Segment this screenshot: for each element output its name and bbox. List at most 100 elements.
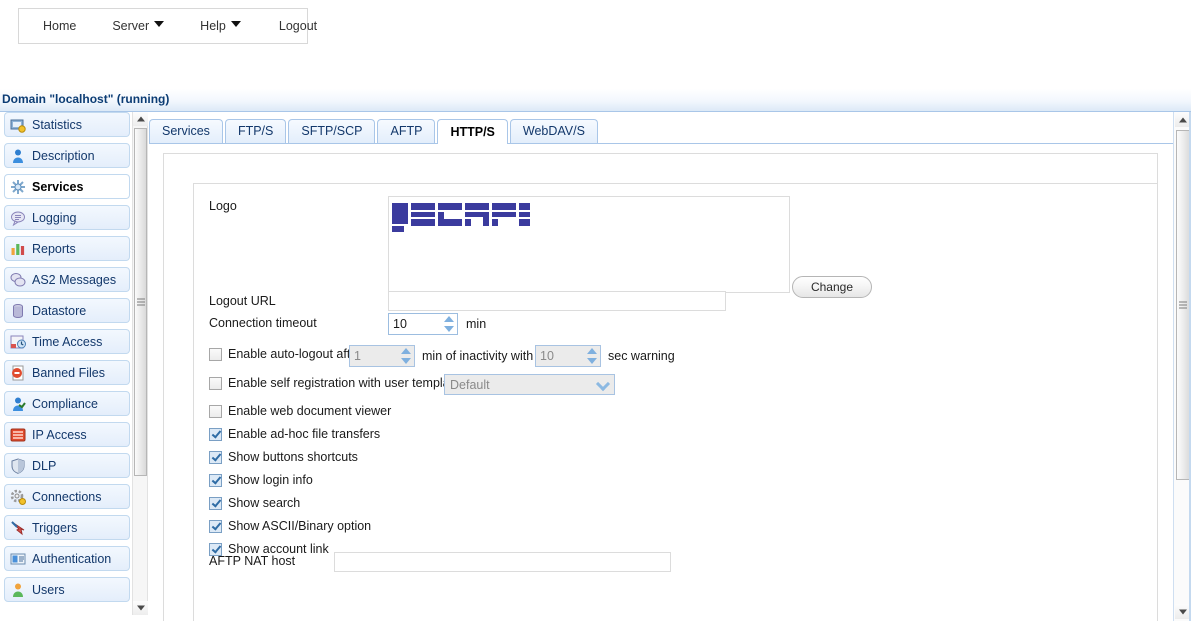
option-row-enable-web-document-viewer: Enable web document viewer: [209, 404, 391, 418]
description-icon: [10, 148, 26, 164]
auto-logout-minutes-spinner[interactable]: [349, 345, 415, 367]
sidebar-item-ip-access[interactable]: IP Access: [4, 422, 130, 447]
sidebar-item-services[interactable]: Services: [4, 174, 130, 199]
sidebar-item-label: Services: [32, 179, 84, 194]
sidebar-item-label: Reports: [32, 241, 76, 256]
sidebar-item-banned-files[interactable]: Banned Files: [4, 360, 130, 385]
connection-timeout-spinner-buttons[interactable]: [441, 314, 457, 334]
content-scroll-thumb[interactable]: [1176, 130, 1190, 480]
tab-webdav-s[interactable]: WebDAV/S: [509, 119, 598, 143]
option-label: Show search: [228, 496, 301, 510]
sidebar-item-label: Time Access: [32, 334, 103, 349]
menu-item-help[interactable]: Help: [192, 9, 249, 43]
sidebar-item-as2-messages[interactable]: AS2 Messages: [4, 267, 130, 292]
menu-item-home[interactable]: Home: [35, 9, 84, 43]
select-arrow[interactable]: [592, 375, 614, 394]
change-logo-button[interactable]: Change: [792, 276, 872, 298]
auto-logout-checkbox[interactable]: [209, 347, 222, 361]
sidebar-item-label: DLP: [32, 458, 57, 473]
logging-icon: [10, 210, 26, 226]
sidebar-item-label: Triggers: [32, 520, 78, 535]
sidebar-scroll-up-button[interactable]: [133, 112, 148, 126]
sidebar-item-triggers[interactable]: Triggers: [4, 515, 130, 540]
option-label: Enable ad-hoc file transfers: [228, 427, 381, 441]
content-scroll-up-button[interactable]: [1175, 112, 1190, 127]
tab-aftp[interactable]: AFTP: [377, 119, 436, 143]
triangle-down-icon: [1178, 609, 1187, 614]
spinner-up-icon[interactable]: [444, 316, 454, 322]
option-row-enable-ad-hoc-file-transfers: Enable ad-hoc file transfers: [209, 427, 380, 441]
checkbox-show-buttons-shortcuts[interactable]: [209, 450, 222, 464]
auto-logout-minutes-spinner-buttons[interactable]: [398, 346, 414, 366]
banned-files-icon: [10, 365, 26, 381]
auto-logout-warning-spinner[interactable]: [535, 345, 601, 367]
application-window: Home Server Help Logout Domain "localhos…: [0, 0, 1191, 621]
option-row-show-login-info: Show login info: [209, 473, 313, 487]
sidebar-item-connections[interactable]: Connections: [4, 484, 130, 509]
top-menu-bar: Home Server Help Logout: [18, 8, 317, 44]
checkbox-show-ascii-binary-option[interactable]: [209, 519, 222, 533]
connection-timeout-unit: min: [466, 317, 487, 331]
sidebar-item-statistics[interactable]: Statistics: [4, 112, 130, 137]
sidebar-item-time-access[interactable]: Time Access: [4, 329, 130, 354]
tab-services[interactable]: Services: [149, 119, 223, 143]
checkbox-show-search[interactable]: [209, 496, 222, 510]
chevron-down-icon: [595, 376, 611, 391]
triangle-up-icon: [136, 116, 145, 122]
sidebar-item-authentication[interactable]: Authentication: [4, 546, 130, 571]
triggers-icon: [11, 520, 25, 535]
sidebar-scroll-down-button[interactable]: [133, 601, 148, 615]
checkbox-enable-ad-hoc-file-transfers[interactable]: [209, 427, 222, 441]
spinner-down-icon[interactable]: [587, 358, 597, 364]
sidebar-item-compliance[interactable]: Compliance: [4, 391, 130, 416]
connection-timeout-spinner[interactable]: [388, 313, 458, 335]
logout-url-input[interactable]: [388, 291, 726, 311]
sidebar-item-description[interactable]: Description: [4, 143, 130, 168]
tab-sftp-scp[interactable]: SFTP/SCP: [288, 119, 376, 143]
settings-outer-panel: Logo Change Logout URL Connection timeou…: [163, 153, 1158, 621]
sidebar-item-dlp[interactable]: DLP: [4, 453, 130, 478]
auto-logout-warning-input[interactable]: [536, 347, 584, 365]
spinner-down-icon[interactable]: [401, 358, 411, 364]
sidebar-item-logging[interactable]: Logging: [4, 205, 130, 230]
datastore-icon: [13, 303, 23, 318]
connection-timeout-input[interactable]: [389, 315, 441, 333]
domain-header-bar: Domain "localhost" (running): [0, 89, 1191, 112]
auto-logout-row: Enable auto-logout after: [209, 347, 361, 361]
caret-down-icon: [154, 21, 165, 27]
sidebar-scrollbar[interactable]: [132, 112, 148, 615]
menu-item-server[interactable]: Server: [104, 9, 172, 43]
ip-access-icon: [10, 427, 26, 443]
sidebar-item-datastore[interactable]: Datastore: [4, 298, 130, 323]
tab-ftp-s[interactable]: FTP/S: [224, 119, 287, 143]
user-template-select[interactable]: Default: [444, 374, 615, 395]
checkbox-enable-web-document-viewer[interactable]: [209, 404, 222, 418]
auto-logout-minutes-input[interactable]: [350, 347, 398, 365]
checkbox-show-login-info[interactable]: [209, 473, 222, 487]
sidebar-item-label: Banned Files: [32, 365, 105, 380]
auto-logout-warning-spinner-buttons[interactable]: [584, 346, 600, 366]
sidebar-item-users[interactable]: Users: [4, 577, 130, 602]
sidebar: Statistics Description Services Logging Repo…: [0, 112, 132, 621]
sidebar-item-label: Statistics: [32, 117, 83, 132]
tab-http-s[interactable]: HTTP/S: [437, 119, 508, 144]
connections-icon: [10, 489, 26, 505]
aftp-nat-host-input[interactable]: [334, 552, 671, 572]
sidebar-item-label: Connections: [32, 489, 102, 504]
menu-item-logout[interactable]: Logout: [271, 9, 325, 43]
self-registration-label: Enable self registration with user templ…: [228, 376, 461, 390]
option-label: Enable web document viewer: [228, 404, 392, 418]
spinner-down-icon[interactable]: [444, 326, 454, 332]
sidebar-item-reports[interactable]: Reports: [4, 236, 130, 261]
auto-logout-label: Enable auto-logout after: [228, 347, 362, 361]
users-icon: [10, 582, 26, 598]
menu-item-home-label: Home: [43, 19, 77, 33]
content-scroll-down-button[interactable]: [1175, 604, 1190, 619]
spinner-up-icon[interactable]: [587, 348, 597, 354]
datastore-icon: [10, 303, 26, 319]
sidebar-scroll-thumb[interactable]: [134, 128, 147, 476]
spinner-up-icon[interactable]: [401, 348, 411, 354]
sidebar-item-label: AS2 Messages: [32, 272, 117, 287]
self-registration-checkbox[interactable]: [209, 376, 222, 390]
http-settings-form: Logo Change Logout URL Connection timeou…: [194, 184, 1157, 621]
